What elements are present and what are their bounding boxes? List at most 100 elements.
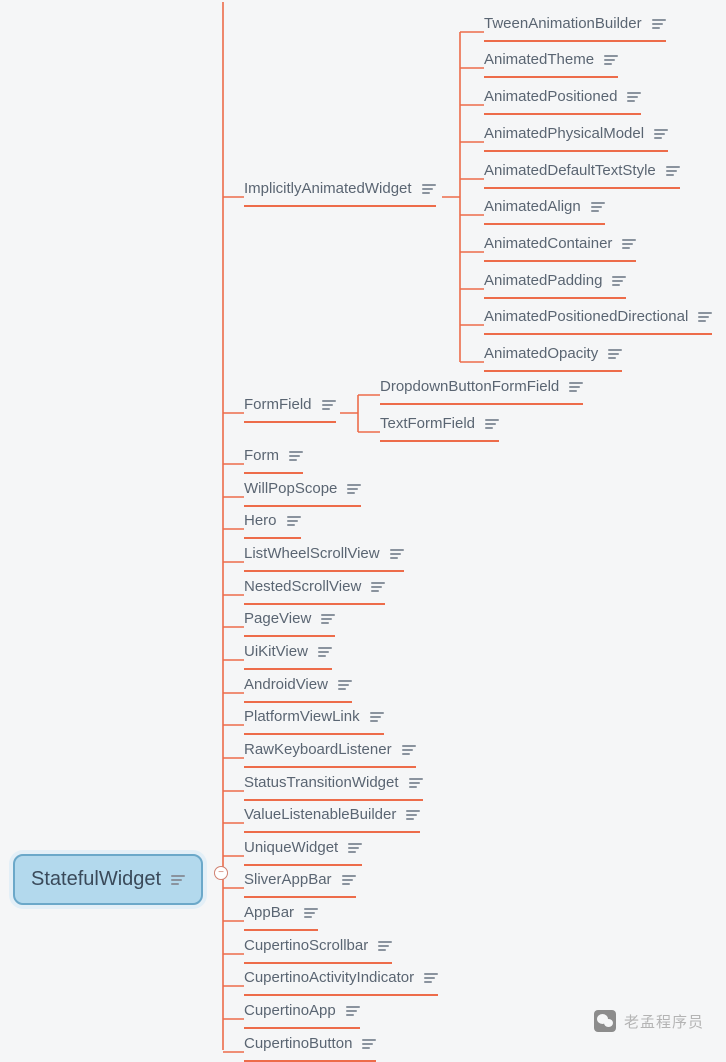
node-label: CupertinoButton xyxy=(244,1035,352,1052)
node-nestedscrollview[interactable]: NestedScrollView xyxy=(244,572,385,605)
node-label: CupertinoApp xyxy=(244,1002,336,1019)
node-statustransitionwidget[interactable]: StatusTransitionWidget xyxy=(244,768,423,801)
notes-icon xyxy=(422,184,436,194)
node-label: NestedScrollView xyxy=(244,578,361,595)
node-label: CupertinoScrollbar xyxy=(244,937,368,954)
node-cupertinoscrollbar[interactable]: CupertinoScrollbar xyxy=(244,931,392,964)
notes-icon xyxy=(338,680,352,690)
notes-icon xyxy=(321,614,335,624)
notes-icon xyxy=(622,239,636,249)
node-animatedcontainer[interactable]: AnimatedContainer xyxy=(484,229,636,262)
node-label: AnimatedPositionedDirectional xyxy=(484,308,688,325)
node-label: AnimatedPositioned xyxy=(484,88,617,105)
node-hero[interactable]: Hero xyxy=(244,506,301,539)
watermark-text: 老孟程序员 xyxy=(624,1011,704,1032)
node-label: TweenAnimationBuilder xyxy=(484,15,642,32)
node-form[interactable]: Form xyxy=(244,441,303,474)
notes-icon xyxy=(409,778,423,788)
notes-icon xyxy=(322,400,336,410)
node-valuelistenablebuilder[interactable]: ValueListenableBuilder xyxy=(244,800,420,833)
node-animatedopacity[interactable]: AnimatedOpacity xyxy=(484,339,622,372)
notes-icon xyxy=(347,484,361,494)
node-label: AnimatedPhysicalModel xyxy=(484,125,644,142)
root-node-statefulwidget[interactable]: StatefulWidget xyxy=(13,854,203,905)
notes-icon xyxy=(424,973,438,983)
notes-icon xyxy=(485,419,499,429)
node-animatedpositioned[interactable]: AnimatedPositioned xyxy=(484,82,641,115)
wechat-icon xyxy=(594,1010,616,1032)
node-sliverappbar[interactable]: SliverAppBar xyxy=(244,865,356,898)
node-platformviewlink[interactable]: PlatformViewLink xyxy=(244,702,384,735)
notes-icon xyxy=(604,55,618,65)
notes-icon xyxy=(362,1039,376,1049)
notes-icon xyxy=(406,810,420,820)
node-label: ValueListenableBuilder xyxy=(244,806,396,823)
node-willpopscope[interactable]: WillPopScope xyxy=(244,474,361,507)
node-animatedphysicalmodel[interactable]: AnimatedPhysicalModel xyxy=(484,119,668,152)
watermark: 老孟程序员 xyxy=(594,1010,704,1032)
notes-icon xyxy=(698,312,712,322)
node-label: TextFormField xyxy=(380,415,475,432)
node-label: AnimatedPadding xyxy=(484,272,602,289)
root-label: StatefulWidget xyxy=(31,868,161,891)
notes-icon xyxy=(304,908,318,918)
node-label: StatusTransitionWidget xyxy=(244,774,399,791)
notes-icon xyxy=(608,349,622,359)
notes-icon xyxy=(371,582,385,592)
notes-icon xyxy=(654,129,668,139)
notes-icon xyxy=(289,451,303,461)
node-androidview[interactable]: AndroidView xyxy=(244,670,352,703)
node-label: DropdownButtonFormField xyxy=(380,378,559,395)
notes-icon xyxy=(591,202,605,212)
node-cupertinobutton[interactable]: CupertinoButton xyxy=(244,1029,376,1062)
notes-icon xyxy=(346,1006,360,1016)
node-appbar[interactable]: AppBar xyxy=(244,898,318,931)
node-label: UniqueWidget xyxy=(244,839,338,856)
node-label: CupertinoActivityIndicator xyxy=(244,969,414,986)
collapse-toggle[interactable]: − xyxy=(214,866,228,880)
node-uniquewidget[interactable]: UniqueWidget xyxy=(244,833,362,866)
node-formfield[interactable]: FormField xyxy=(244,390,336,423)
notes-icon xyxy=(569,382,583,392)
node-label: AnimatedTheme xyxy=(484,51,594,68)
notes-icon xyxy=(666,166,680,176)
notes-icon xyxy=(652,19,666,29)
notes-icon xyxy=(370,712,384,722)
node-tweenanimationbuilder[interactable]: TweenAnimationBuilder xyxy=(484,9,666,42)
node-label: AnimatedContainer xyxy=(484,235,612,252)
notes-icon xyxy=(390,549,404,559)
notes-icon xyxy=(612,276,626,286)
notes-icon xyxy=(318,647,332,657)
node-cupertinoactivityindicator[interactable]: CupertinoActivityIndicator xyxy=(244,963,438,996)
node-label: UiKitView xyxy=(244,643,308,660)
node-uikitview[interactable]: UiKitView xyxy=(244,637,332,670)
node-label: RawKeyboardListener xyxy=(244,741,392,758)
node-dropdownbuttonformfield[interactable]: DropdownButtonFormField xyxy=(380,372,583,405)
node-label: AnimatedAlign xyxy=(484,198,581,215)
notes-icon xyxy=(378,941,392,951)
node-textformfield[interactable]: TextFormField xyxy=(380,409,499,442)
node-animatedpositioneddirectional[interactable]: AnimatedPositionedDirectional xyxy=(484,302,712,335)
notes-icon xyxy=(171,875,185,885)
notes-icon xyxy=(287,516,301,526)
node-implicitlyanimatedwidget[interactable]: ImplicitlyAnimatedWidget xyxy=(244,174,436,207)
node-animateddefaulttextstyle[interactable]: AnimatedDefaultTextStyle xyxy=(484,156,680,189)
node-label: ListWheelScrollView xyxy=(244,545,380,562)
node-animatedalign[interactable]: AnimatedAlign xyxy=(484,192,605,225)
node-pageview[interactable]: PageView xyxy=(244,604,335,637)
notes-icon xyxy=(402,745,416,755)
notes-icon xyxy=(342,875,356,885)
node-rawkeyboardlistener[interactable]: RawKeyboardListener xyxy=(244,735,416,768)
node-cupertinoapp[interactable]: CupertinoApp xyxy=(244,996,360,1029)
node-label: AppBar xyxy=(244,904,294,921)
node-label: SliverAppBar xyxy=(244,871,332,888)
node-animatedpadding[interactable]: AnimatedPadding xyxy=(484,266,626,299)
node-label: Form xyxy=(244,447,279,464)
node-label: AndroidView xyxy=(244,676,328,693)
notes-icon xyxy=(627,92,641,102)
notes-icon xyxy=(348,843,362,853)
node-animatedtheme[interactable]: AnimatedTheme xyxy=(484,45,618,78)
node-listwheelscrollview[interactable]: ListWheelScrollView xyxy=(244,539,404,572)
node-label: AnimatedOpacity xyxy=(484,345,598,362)
node-label: PageView xyxy=(244,610,311,627)
